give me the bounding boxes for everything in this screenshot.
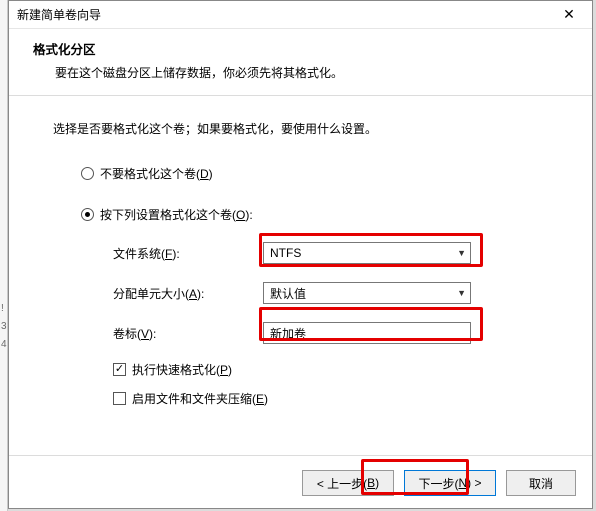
row-filesystem: 文件系统(F): NTFS ▼ [113, 241, 548, 265]
chevron-down-icon: ▼ [457, 248, 466, 258]
back-button[interactable]: < 上一步(B) [302, 470, 394, 496]
checkbox-icon-unchecked [113, 392, 126, 405]
volume-label-label: 卷标(V): [113, 325, 263, 342]
radio-format-label: 按下列设置格式化这个卷(O): [100, 206, 253, 223]
titlebar: 新建简单卷向导 ✕ [9, 1, 592, 29]
footer-divider [9, 455, 592, 456]
checkbox-icon-checked: ✓ [113, 363, 126, 376]
cancel-button[interactable]: 取消 [506, 470, 576, 496]
volume-label-input[interactable]: 新加卷 [263, 322, 471, 344]
allocation-select[interactable]: 默认值 ▼ [263, 282, 471, 304]
wizard-window: 新建简单卷向导 ✕ 格式化分区 要在这个磁盘分区上储存数据，你必须先将其格式化。… [8, 0, 593, 509]
header-subtitle: 要在这个磁盘分区上储存数据，你必须先将其格式化。 [33, 64, 568, 81]
format-options: 文件系统(F): NTFS ▼ 分配单元大小(A): 默认值 ▼ 卷标(V) [113, 241, 548, 407]
chevron-down-icon: ▼ [457, 288, 466, 298]
volume-label-value: 新加卷 [270, 325, 306, 342]
footer-buttons: < 上一步(B) 下一步(N) > 取消 [302, 470, 576, 496]
radio-icon-unchecked [81, 167, 94, 180]
radio-format[interactable]: 按下列设置格式化这个卷(O): [81, 206, 548, 223]
close-button[interactable]: ✕ [548, 1, 590, 27]
next-button[interactable]: 下一步(N) > [404, 470, 496, 496]
quick-format-label: 执行快速格式化(P) [132, 361, 232, 378]
content-area: 选择是否要格式化这个卷；如果要格式化，要使用什么设置。 不要格式化这个卷(D) … [9, 96, 592, 429]
checkbox-quick-format[interactable]: ✓ 执行快速格式化(P) [113, 361, 548, 378]
allocation-label: 分配单元大小(A): [113, 285, 263, 302]
filesystem-label: 文件系统(F): [113, 245, 263, 262]
background-left-strip [0, 0, 8, 511]
row-volume-label: 卷标(V): 新加卷 [113, 321, 548, 345]
radio-icon-checked [81, 208, 94, 221]
instruction-text: 选择是否要格式化这个卷；如果要格式化，要使用什么设置。 [53, 120, 548, 137]
radio-no-format-label: 不要格式化这个卷(D) [100, 165, 213, 182]
row-allocation: 分配单元大小(A): 默认值 ▼ [113, 281, 548, 305]
wizard-header: 格式化分区 要在这个磁盘分区上储存数据，你必须先将其格式化。 [9, 29, 592, 89]
header-title: 格式化分区 [33, 39, 568, 58]
background-marks: !34 [1, 300, 7, 354]
checkbox-compress[interactable]: 启用文件和文件夹压缩(E) [113, 390, 548, 407]
allocation-value: 默认值 [270, 285, 306, 302]
window-title: 新建简单卷向导 [17, 6, 101, 23]
close-icon: ✕ [563, 6, 575, 23]
filesystem-select[interactable]: NTFS ▼ [263, 242, 471, 264]
compress-label: 启用文件和文件夹压缩(E) [132, 390, 268, 407]
radio-no-format[interactable]: 不要格式化这个卷(D) [81, 165, 548, 182]
filesystem-value: NTFS [270, 246, 301, 260]
